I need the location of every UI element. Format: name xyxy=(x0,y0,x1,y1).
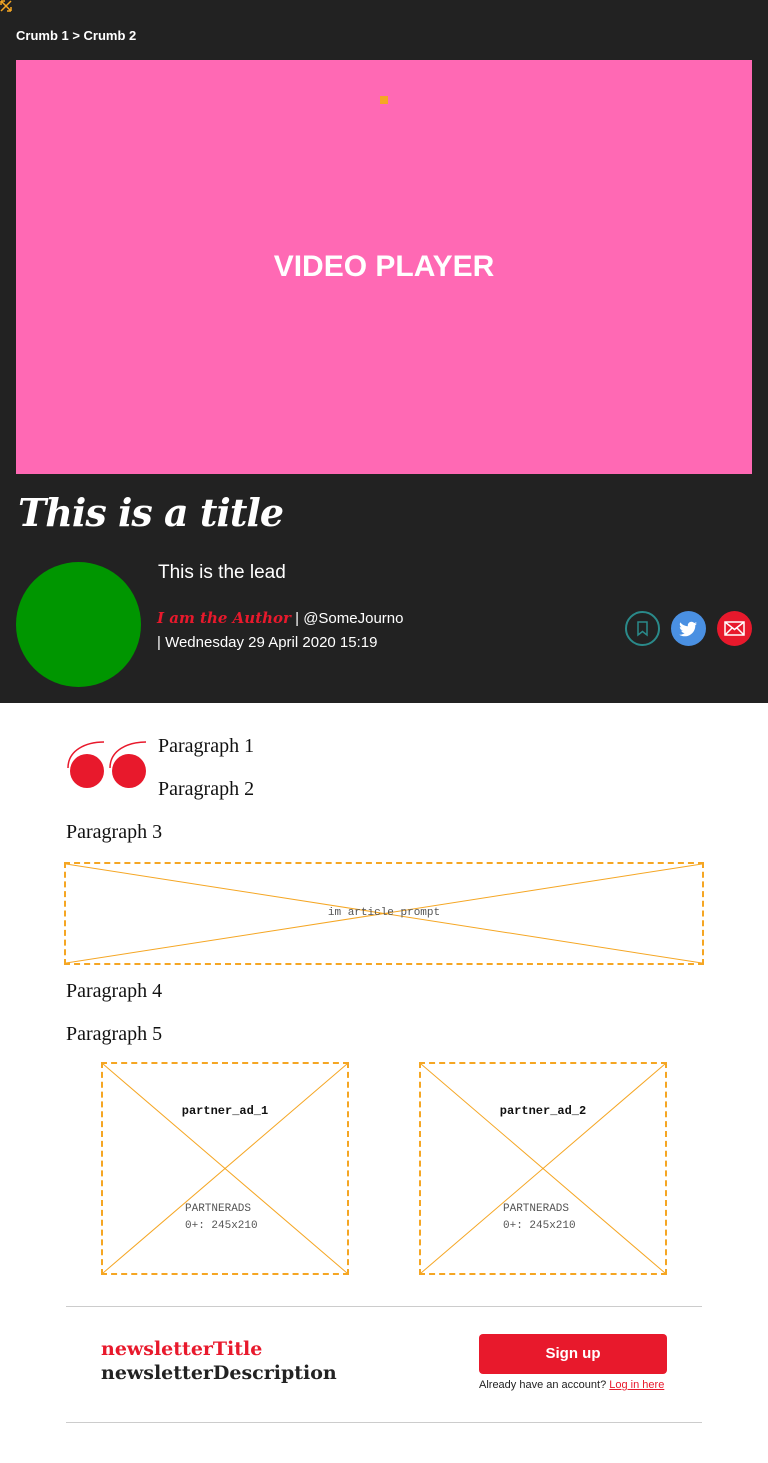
article-lead: This is the lead xyxy=(158,562,286,583)
author-name[interactable]: I am the Author xyxy=(157,609,291,627)
ad-slot-meta-line: PARTNERADS xyxy=(185,1203,252,1215)
mail-icon xyxy=(724,621,745,636)
byline-separator: | xyxy=(157,634,166,651)
ad-slot-meta-line: 0+: 245x210 xyxy=(185,1220,258,1232)
bookmark-icon xyxy=(637,621,648,637)
ad-slot-meta-line: 0+: 245x210 xyxy=(503,1220,576,1232)
article-title: This is a title xyxy=(18,490,284,535)
ad-slot-name: partner_ad_2 xyxy=(499,1104,587,1118)
video-player-label: VIDEO PLAYER xyxy=(273,250,495,283)
newsletter-title: newsletterTitle xyxy=(101,1338,263,1360)
byline-separator: | xyxy=(295,610,304,627)
paragraph: Paragraph 2 xyxy=(158,778,255,800)
expand-icon[interactable] xyxy=(0,0,12,12)
bookmark-button[interactable] xyxy=(625,611,660,646)
newsletter-divider-bottom xyxy=(66,1422,702,1423)
signup-button[interactable]: Sign up xyxy=(479,1334,667,1374)
paragraph: Paragraph 5 xyxy=(66,1023,163,1045)
article-prompt-ad-slot[interactable]: im article prompt xyxy=(64,862,704,965)
video-player[interactable]: VIDEO PLAYER xyxy=(16,60,752,474)
ad-slot-meta-line: PARTNERADS xyxy=(503,1203,570,1215)
login-prompt: Already have an account? Log in here xyxy=(479,1379,664,1391)
ad-slot-name: partner_ad_1 xyxy=(181,1104,269,1118)
partner-ad-slot[interactable]: partner_ad_1 PARTNERADS 0+: 245x210 xyxy=(101,1062,349,1275)
login-link[interactable]: Log in here xyxy=(609,1379,664,1391)
article-header: Crumb 1 > Crumb 2 VIDEO PLAYER This is a… xyxy=(0,0,768,703)
newsletter-divider-top xyxy=(66,1306,702,1307)
ad-slot-meta: PARTNERADS 0+: 245x210 xyxy=(185,1201,258,1235)
twitter-icon xyxy=(679,621,698,637)
publish-date: Wednesday 29 April 2020 15:19 xyxy=(165,634,378,651)
video-indicator xyxy=(380,96,388,104)
author-handle[interactable]: @SomeJourno xyxy=(303,610,403,627)
ad-slot-label: im article prompt xyxy=(327,907,441,919)
login-prompt-text: Already have an account? xyxy=(479,1379,607,1391)
quote-icon xyxy=(67,741,147,788)
partner-ad-slot[interactable]: partner_ad_2 PARTNERADS 0+: 245x210 xyxy=(419,1062,667,1275)
author-avatar xyxy=(16,562,141,687)
breadcrumb[interactable]: Crumb 1 > Crumb 2 xyxy=(16,28,136,43)
newsletter-description: newsletterDescription xyxy=(101,1362,337,1384)
paragraph: Paragraph 3 xyxy=(66,821,163,843)
paragraph: Paragraph 4 xyxy=(66,980,163,1002)
twitter-share-button[interactable] xyxy=(671,611,706,646)
ad-slot-meta: PARTNERADS 0+: 245x210 xyxy=(503,1201,576,1235)
placeholder-cross-icon xyxy=(421,1064,665,1273)
paragraph: Paragraph 1 xyxy=(158,735,255,757)
placeholder-cross-icon xyxy=(103,1064,347,1273)
byline: I am the Author | @SomeJourno | Wednesda… xyxy=(157,606,403,655)
email-share-button[interactable] xyxy=(717,611,752,646)
